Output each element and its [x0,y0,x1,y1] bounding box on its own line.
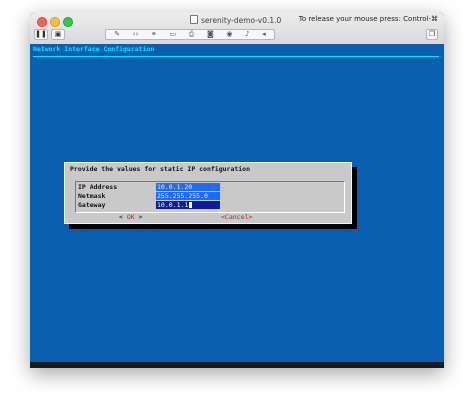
netmask-label: Netmask [78,192,106,200]
lock-icon[interactable]: ◙ [207,30,214,39]
window-restore-icon: ❐ [428,30,436,38]
gateway-label: Gateway [78,201,106,209]
form-row-ip: IP Address 10.0.1.20 [76,183,344,191]
document-icon [190,15,198,24]
title-bar: serenity-demo-v0.1.0 To release your mou… [30,12,444,45]
netmask-input[interactable]: 255.255.255.0 [156,192,220,200]
window-title-text: serenity-demo-v0.1.0 [201,16,282,25]
disk-icon[interactable]: ▭ [169,30,176,39]
dialog-title: Provide the values for static IP configu… [70,165,251,173]
ok-button[interactable]: < OK > [119,213,143,221]
form-row-gateway: Gateway 10.0.1.1 [76,201,344,209]
usb-icon[interactable]: ⚭ [151,30,157,39]
sound-icon[interactable]: ♪ [245,30,249,39]
header-divider [33,56,439,57]
code-icon[interactable]: ‹› [133,30,139,39]
restore-button[interactable]: ❐ [426,29,438,40]
pause-icon: ❚❚ [35,30,47,38]
gateway-value: 10.0.1.1 [157,201,189,209]
window-title: serenity-demo-v0.1.0 [190,15,281,25]
wrench-icon[interactable]: ✎ [114,30,120,39]
cancel-button[interactable]: <Cancel> [221,213,252,221]
snapshot-button[interactable]: ▣ [51,29,65,40]
minimize-window-button[interactable] [50,17,60,27]
snapshot-icon: ▣ [54,30,62,38]
close-window-button[interactable] [37,17,47,27]
play-icon[interactable]: ◂ [262,30,266,39]
cd-icon[interactable]: ◉ [226,30,232,39]
form-row-netmask: Netmask 255.255.255.0 [76,192,344,200]
pause-button[interactable]: ❚❚ [34,29,48,40]
ip-address-label: IP Address [78,183,118,191]
printer-icon[interactable]: ⎙ [189,30,195,39]
screen-header: Network Interface Configuration [33,45,155,53]
text-cursor [189,202,193,208]
form-fields: IP Address 10.0.1.20 Netmask 255.255.255… [75,181,345,213]
release-mouse-hint: To release your mouse press: Control-⌘ [298,15,438,23]
static-ip-dialog: Provide the values for static IP configu… [64,162,352,224]
gateway-input[interactable]: 10.0.1.1 [156,201,220,209]
device-toolbar: ✎ ‹› ⚭ ▭ ⎙ ◙ ◉ ♪ ◂ [105,29,275,40]
ip-address-input[interactable]: 10.0.1.20 [156,183,220,191]
screen-bottom-bar [30,362,444,368]
maximize-window-button[interactable] [63,17,73,27]
